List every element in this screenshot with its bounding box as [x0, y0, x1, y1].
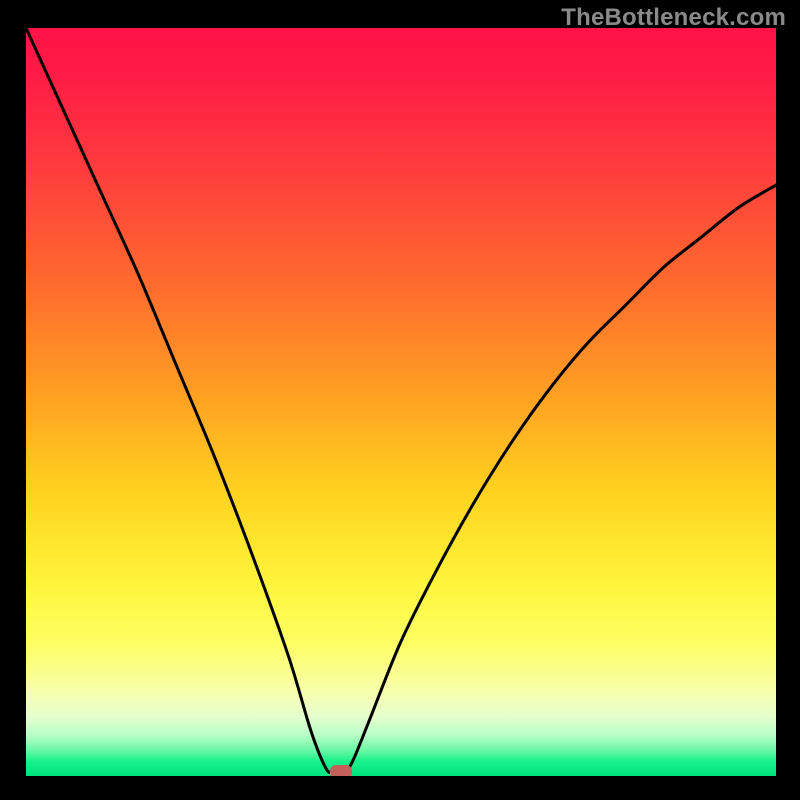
chart-frame: TheBottleneck.com [0, 0, 800, 800]
optimal-marker-icon [330, 765, 352, 776]
curve-svg [26, 28, 776, 776]
bottleneck-curve [26, 28, 776, 773]
plot-area [26, 28, 776, 776]
